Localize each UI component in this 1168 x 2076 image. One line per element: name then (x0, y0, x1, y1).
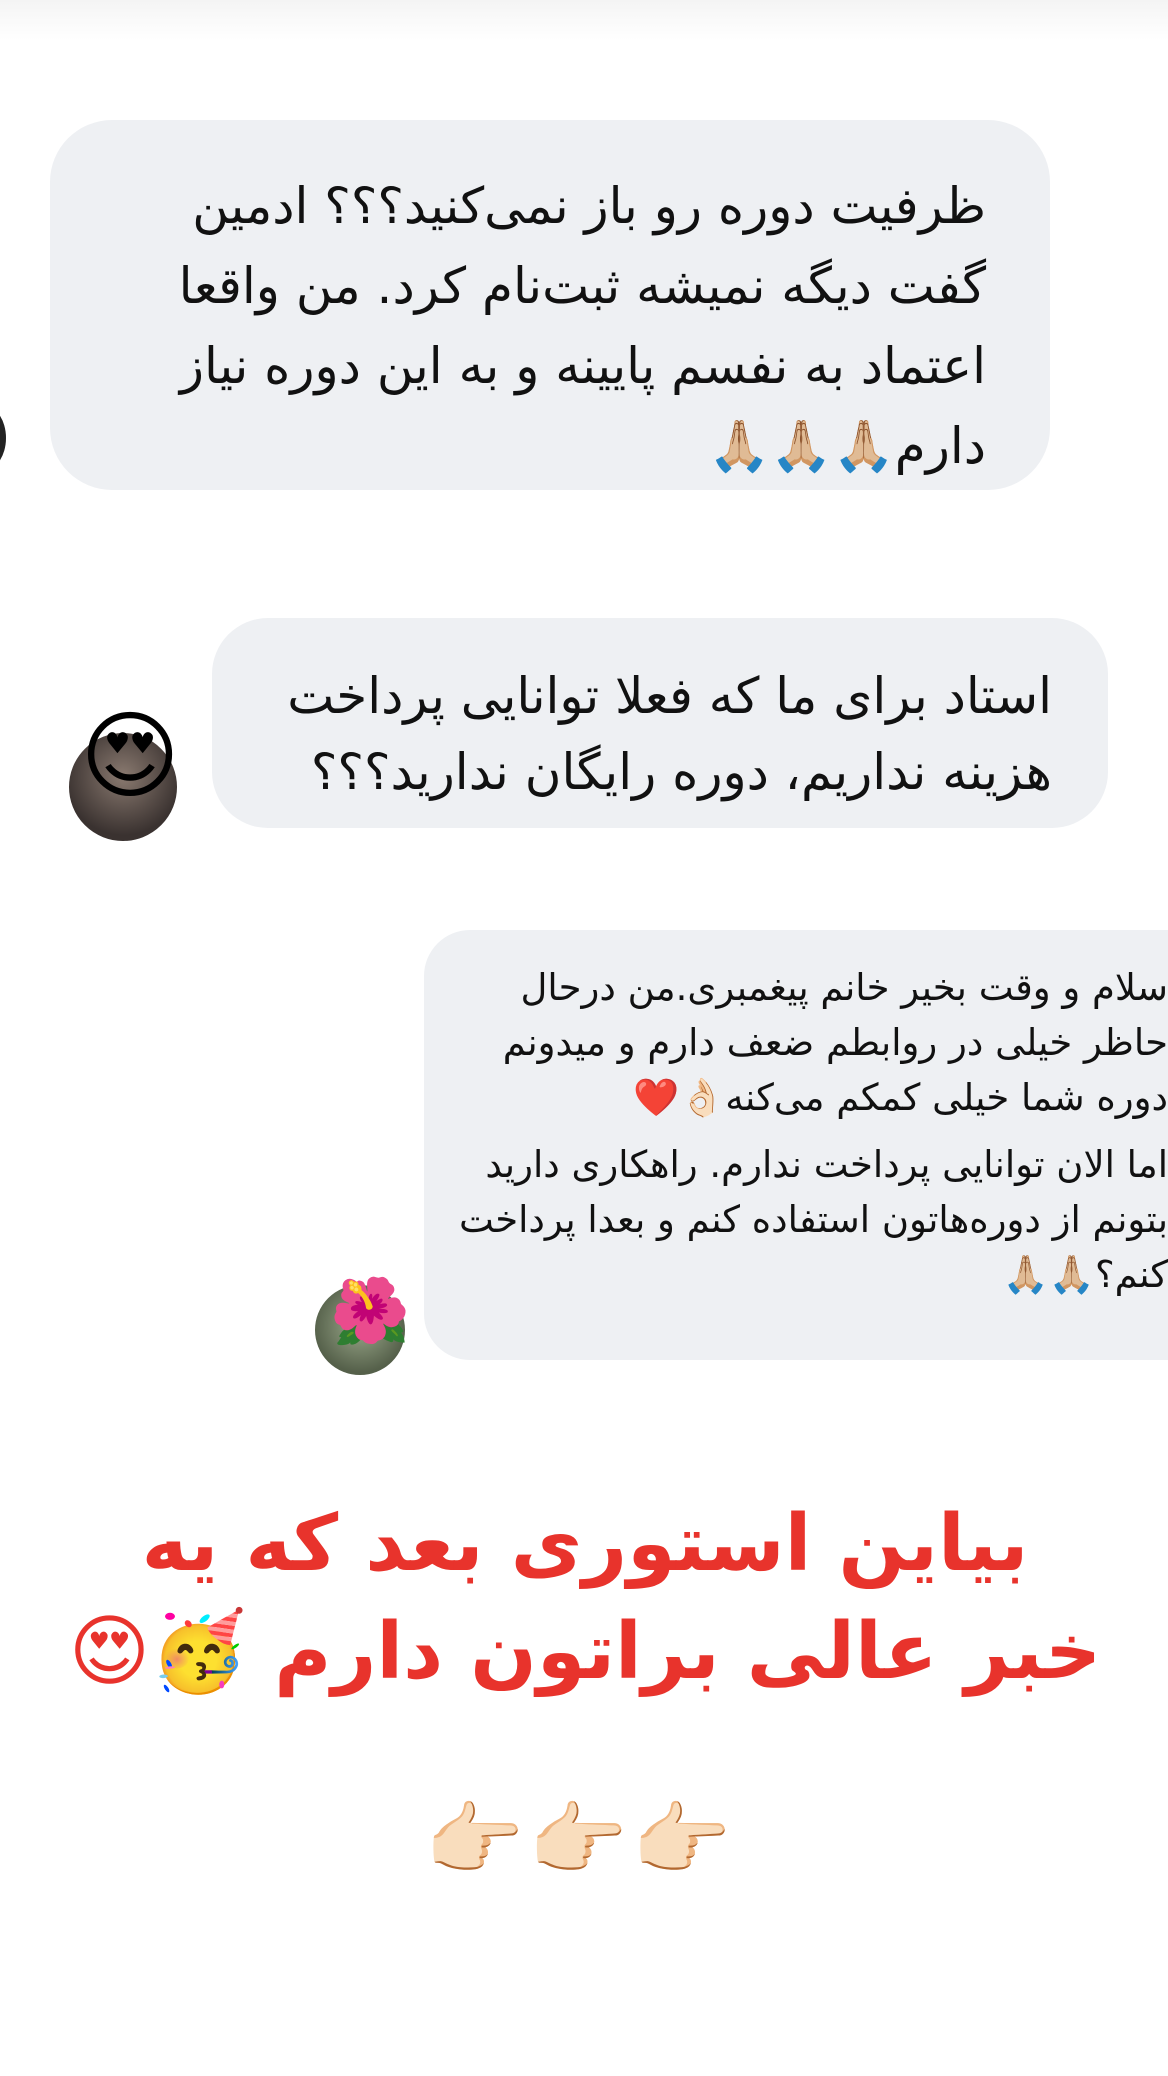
message-bubble-1: ظرفیت دوره رو باز نمی‌کنید؟؟؟ ادمین گفت … (50, 120, 1050, 490)
story-canvas: ظرفیت دوره رو باز نمی‌کنید؟؟؟ ادمین گفت … (0, 0, 1168, 2076)
message-1-line-4: دارم🙏🏼🙏🏼🙏🏼 (707, 417, 986, 475)
message-bubble-2: استاد برای ما که فعلا توانایی پرداخت هزی… (212, 618, 1108, 828)
heart-eyes-emoji: 😍 (80, 700, 181, 812)
message-1-line-3: اعتماد به نفسم پایینه و به این دوره نیاز (179, 337, 986, 395)
message-3-paragraph-2: اما الان توانایی پرداخت ندارم. راهکاری د… (458, 1143, 1168, 1296)
message-bubble-3: سلام و وقت بخیر خانم پیغمبری.من درحال حا… (424, 930, 1168, 1360)
announcement-text: بیاین استوری بعد که یه خبر عالی براتون د… (40, 1490, 1130, 1706)
message-3-paragraph-1: سلام و وقت بخیر خانم پیغمبری.من درحال حا… (502, 966, 1168, 1119)
top-fade (0, 0, 1168, 40)
hibiscus-icon: 🌺 (330, 1275, 410, 1349)
message-1-line-1: ظرفیت دوره رو باز نمی‌کنید؟؟؟ ادمین (192, 177, 986, 235)
announcement-line-1: بیاین استوری بعد که یه (141, 1499, 1029, 1589)
message-2-line-1: استاد برای ما که فعلا توانایی پرداخت (287, 667, 1052, 725)
pointing-hands-icon: 👉🏻👉🏻👉🏻 (424, 1793, 736, 1886)
message-1-line-2: گفت دیگه نمیشه ثبت‌نام کرد. من واقعا (178, 257, 986, 315)
announcement-line-2: خبر عالی براتون دارم 🥳😍 (68, 1607, 1102, 1697)
message-2-line-2: هزینه نداریم، دوره رایگان ندارید؟؟؟ (310, 743, 1052, 801)
avatar-partial (0, 405, 6, 471)
